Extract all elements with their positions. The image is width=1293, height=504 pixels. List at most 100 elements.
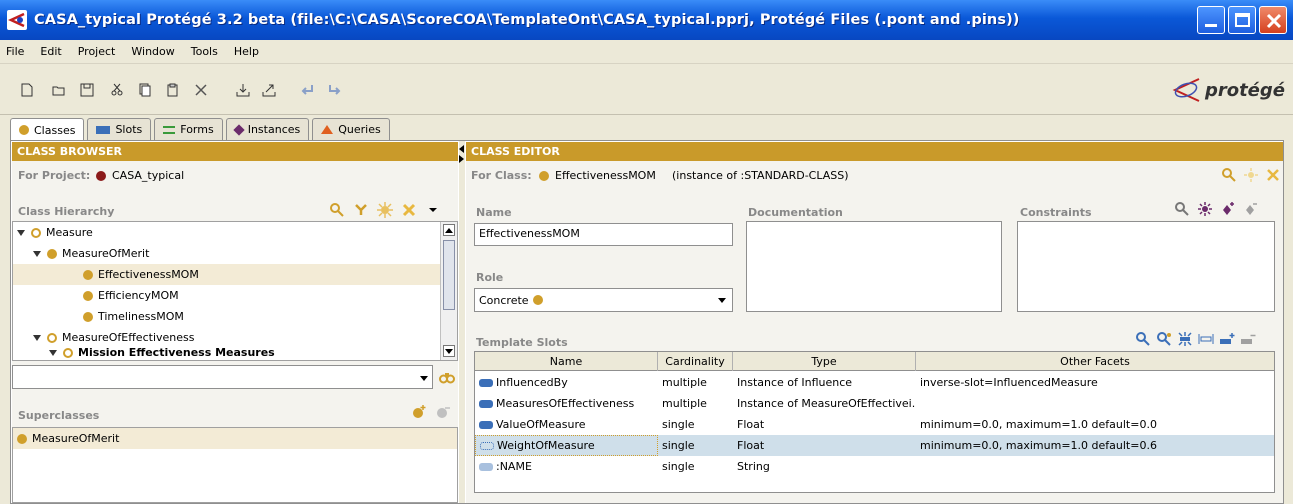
class-name: EffectivenessMOM: [555, 169, 656, 182]
tree-item-timeliness-mom[interactable]: TimelinessMOM: [13, 306, 440, 327]
superclasses-list: MeasureOfMerit: [12, 427, 458, 503]
open-folder-icon[interactable]: [52, 83, 66, 97]
view-reference-icon[interactable]: [329, 202, 345, 218]
slot-icon: [479, 399, 493, 408]
scroll-down-button[interactable]: [443, 345, 455, 357]
hierarchy-menu-chevron-down-icon[interactable]: [425, 202, 441, 218]
remove-superclass-icon[interactable]: [435, 404, 451, 420]
create-class-icon[interactable]: [377, 202, 393, 218]
slot-name: InfluencedBy: [496, 376, 568, 389]
close-button[interactable]: [1259, 6, 1287, 34]
tab-instances[interactable]: Instances: [225, 118, 310, 140]
table-row[interactable]: MeasuresOfEffectiveness multiple Instanc…: [475, 393, 1274, 414]
menu-window[interactable]: Window: [131, 45, 174, 58]
constraints-field[interactable]: [1017, 221, 1275, 312]
export-icon[interactable]: [262, 83, 276, 97]
menu-file[interactable]: File: [6, 45, 24, 58]
tab-bar: Classes Slots Forms Instances Queries: [10, 118, 390, 141]
add-constraint-icon[interactable]: [1220, 201, 1236, 217]
import-icon[interactable]: [236, 83, 250, 97]
tree-item-measure-of-merit[interactable]: MeasureOfMerit: [13, 243, 440, 264]
table-row-selected[interactable]: WeightOfMeasure single Float minimum=0.0…: [475, 435, 1274, 456]
view-slot-at-class-icon[interactable]: [1156, 331, 1172, 347]
tree-scrollbar[interactable]: [440, 222, 457, 360]
menu-edit[interactable]: Edit: [40, 45, 61, 58]
menu-tools[interactable]: Tools: [191, 45, 218, 58]
class-search-input[interactable]: [12, 365, 433, 389]
for-class-label: For Class:: [471, 169, 532, 182]
tree-item-efficiency-mom[interactable]: EfficiencyMOM: [13, 285, 440, 306]
expanded-chevron-down-icon[interactable]: [17, 229, 25, 236]
tree-item-effectiveness-mom[interactable]: EffectivenessMOM: [13, 264, 440, 285]
tab-slots[interactable]: Slots: [87, 118, 152, 140]
column-header-cardinality[interactable]: Cardinality: [658, 352, 733, 371]
tree-item-measure[interactable]: Measure: [13, 222, 440, 243]
tree-item-label: EfficiencyMOM: [98, 289, 179, 302]
template-slots-table: Name Cardinality Type Other Facets Influ…: [474, 351, 1275, 493]
new-file-icon[interactable]: [20, 83, 34, 97]
role-select[interactable]: Concrete: [474, 288, 733, 312]
collapse-right-icon[interactable]: [459, 155, 464, 163]
column-header-other-facets[interactable]: Other Facets: [916, 352, 1274, 371]
close-editor-icon[interactable]: [1265, 167, 1281, 183]
delete-class-icon[interactable]: [401, 202, 417, 218]
search-dropdown-button[interactable]: [416, 369, 432, 387]
role-dropdown-button[interactable]: [714, 291, 730, 309]
tree-item-mission-effectiveness-measures[interactable]: Mission Effectiveness Measures: [13, 344, 440, 361]
panel-splitter[interactable]: [459, 141, 465, 503]
chevron-down-icon: [420, 375, 428, 381]
expanded-chevron-down-icon[interactable]: [33, 334, 41, 341]
menu-help[interactable]: Help: [234, 45, 259, 58]
forward-arrow-icon[interactable]: [328, 83, 342, 97]
tab-classes[interactable]: Classes: [10, 118, 85, 141]
chevron-down-icon: [718, 297, 726, 303]
column-header-name[interactable]: Name: [475, 352, 658, 371]
tab-forms[interactable]: Forms: [154, 118, 223, 140]
maximize-button[interactable]: [1228, 6, 1256, 34]
class-icon: [47, 248, 57, 259]
paste-icon[interactable]: [166, 83, 180, 97]
expanded-chevron-down-icon[interactable]: [49, 349, 57, 356]
cut-icon[interactable]: [110, 83, 124, 97]
delete-icon[interactable]: [194, 83, 208, 97]
minimize-button[interactable]: [1197, 6, 1225, 34]
scroll-up-button[interactable]: [443, 224, 455, 236]
slot-name: MeasuresOfEffectiveness: [496, 397, 635, 410]
remove-slot-icon[interactable]: [1240, 331, 1256, 347]
create-subclass-icon[interactable]: [353, 202, 369, 218]
slot-name: WeightOfMeasure: [497, 439, 595, 452]
class-name-field[interactable]: EffectivenessMOM: [474, 223, 733, 246]
instance-diamond-icon: [233, 123, 245, 136]
table-row[interactable]: InfluencedBy multiple Instance of Influe…: [475, 372, 1274, 393]
create-constraint-icon[interactable]: [1197, 201, 1213, 217]
view-slot-icon[interactable]: [1135, 331, 1151, 347]
protege-app-icon[interactable]: [6, 9, 28, 31]
class-icon: [83, 290, 93, 301]
scroll-thumb[interactable]: [443, 240, 455, 310]
collapse-left-icon[interactable]: [459, 145, 464, 153]
binoculars-search-icon[interactable]: [439, 369, 455, 385]
tab-queries[interactable]: Queries: [312, 118, 390, 140]
add-slot-icon[interactable]: [1219, 331, 1235, 347]
abstract-class-icon: [63, 347, 73, 358]
superclass-item[interactable]: MeasureOfMerit: [13, 428, 457, 449]
chevron-down-icon: [445, 349, 453, 354]
create-slot-icon[interactable]: [1177, 331, 1193, 347]
view-class-references-icon[interactable]: [1221, 167, 1237, 183]
column-header-type[interactable]: Type: [733, 352, 916, 371]
documentation-field[interactable]: [746, 221, 1002, 312]
save-icon[interactable]: [80, 83, 94, 97]
table-row[interactable]: ValueOfMeasure single Float minimum=0.0,…: [475, 414, 1274, 435]
back-arrow-icon[interactable]: [300, 83, 314, 97]
highlight-class-icon[interactable]: [1243, 167, 1259, 183]
view-constraint-icon[interactable]: [1174, 201, 1190, 217]
override-slot-icon[interactable]: [1198, 331, 1214, 347]
add-superclass-icon[interactable]: [411, 404, 427, 420]
expanded-chevron-down-icon[interactable]: [33, 250, 41, 257]
menu-project[interactable]: Project: [78, 45, 116, 58]
remove-constraint-icon[interactable]: [1243, 201, 1259, 217]
class-dot-icon: [19, 125, 29, 135]
copy-icon[interactable]: [138, 83, 152, 97]
protege-logo: protégé: [1169, 73, 1285, 107]
table-row[interactable]: :NAME single String: [475, 456, 1274, 477]
